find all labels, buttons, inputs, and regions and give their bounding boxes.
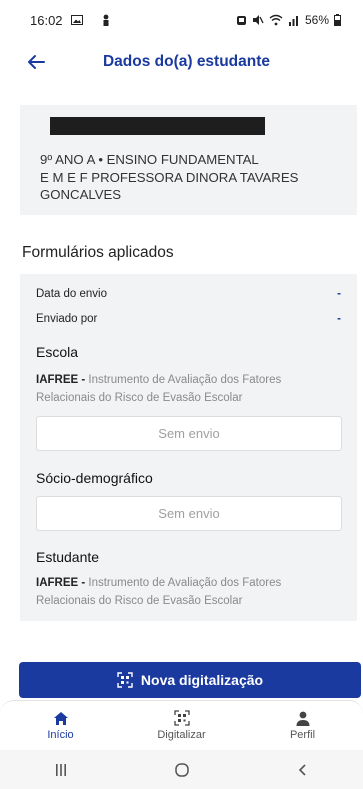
forms-card: Data do envio - Enviado por - Escola IAF… [20, 274, 357, 621]
wifi-icon [269, 14, 283, 26]
home-icon [53, 711, 68, 725]
student-card: 9º ANO A • ENSINO FUNDAMENTAL E M E F PR… [20, 105, 357, 215]
instrument-code: IAFREE - [36, 374, 89, 386]
alarm-icon [236, 16, 246, 25]
person-notification-icon [103, 14, 109, 26]
qr-scan-icon [173, 710, 190, 726]
person-icon [296, 711, 309, 726]
battery-percent: 56% [304, 13, 329, 27]
escola-status-button[interactable]: Sem envio [36, 416, 342, 451]
student-class: 9º ANO A • ENSINO FUNDAMENTAL [40, 152, 259, 167]
sent-by-label: Enviado por [36, 313, 98, 325]
recent-apps-icon [55, 763, 66, 776]
student-school-line2: GONCALVES [40, 187, 122, 202]
signal-icon [288, 16, 298, 26]
nav-label-perfil: Perfil [289, 728, 316, 741]
nav-item-digitalizar[interactable]: Digitalizar [121, 701, 242, 750]
status-right: 56% [236, 13, 341, 27]
status-left: 16:02 [30, 13, 111, 28]
instrument-code: IAFREE - [36, 577, 89, 589]
mute-icon [252, 15, 264, 25]
group-title-socio: Sócio-demográfico [36, 470, 153, 486]
nav-label-inicio: Início [47, 728, 74, 741]
new-scan-label: Nova digitalização [140, 672, 264, 688]
nav-item-inicio[interactable]: Início [0, 701, 121, 750]
send-date-row: Data do envio - [36, 288, 341, 300]
page-title: Dados do(a) estudante [102, 53, 271, 70]
instrument-estudante: IAFREE - Instrumento de Avaliação dos Fa… [36, 574, 336, 610]
back-arrow-icon[interactable] [24, 50, 48, 74]
status-time: 16:02 [30, 12, 63, 28]
nav-label-digitalizar: Digitalizar [157, 729, 206, 741]
sent-by-value: - [337, 313, 341, 325]
qr-scan-icon [117, 672, 133, 688]
home-circle-icon [174, 762, 189, 777]
sent-by-row: Enviado por - [36, 313, 341, 325]
new-scan-button[interactable]: Nova digitalização [19, 662, 361, 698]
group-title-estudante: Estudante [36, 549, 100, 565]
redacted-student-name [50, 117, 265, 135]
app-header: Dados do(a) estudante [0, 40, 363, 84]
bottom-nav: Início Digitalizar Perfil [0, 700, 363, 750]
recent-apps-button[interactable] [41, 755, 81, 785]
battery-icon [334, 14, 341, 26]
send-date-value: - [337, 288, 341, 300]
system-nav-bar [0, 750, 363, 789]
status-bar: 16:02 56% [0, 0, 363, 40]
back-button[interactable] [283, 755, 323, 785]
forms-section-title: Formulários aplicados [22, 244, 174, 261]
instrument-escola: IAFREE - Instrumento de Avaliação dos Fa… [36, 371, 336, 407]
back-chevron-icon [298, 763, 306, 776]
student-school-line1: E M E F PROFESSORA DINORA TAVARES [40, 169, 299, 185]
socio-status-button[interactable]: Sem envio [36, 496, 342, 531]
send-date-label: Data do envio [36, 288, 107, 300]
gallery-notification-icon [70, 15, 83, 25]
nav-item-perfil[interactable]: Perfil [242, 701, 363, 750]
group-title-escola: Escola [36, 344, 79, 360]
home-button[interactable] [162, 755, 202, 785]
